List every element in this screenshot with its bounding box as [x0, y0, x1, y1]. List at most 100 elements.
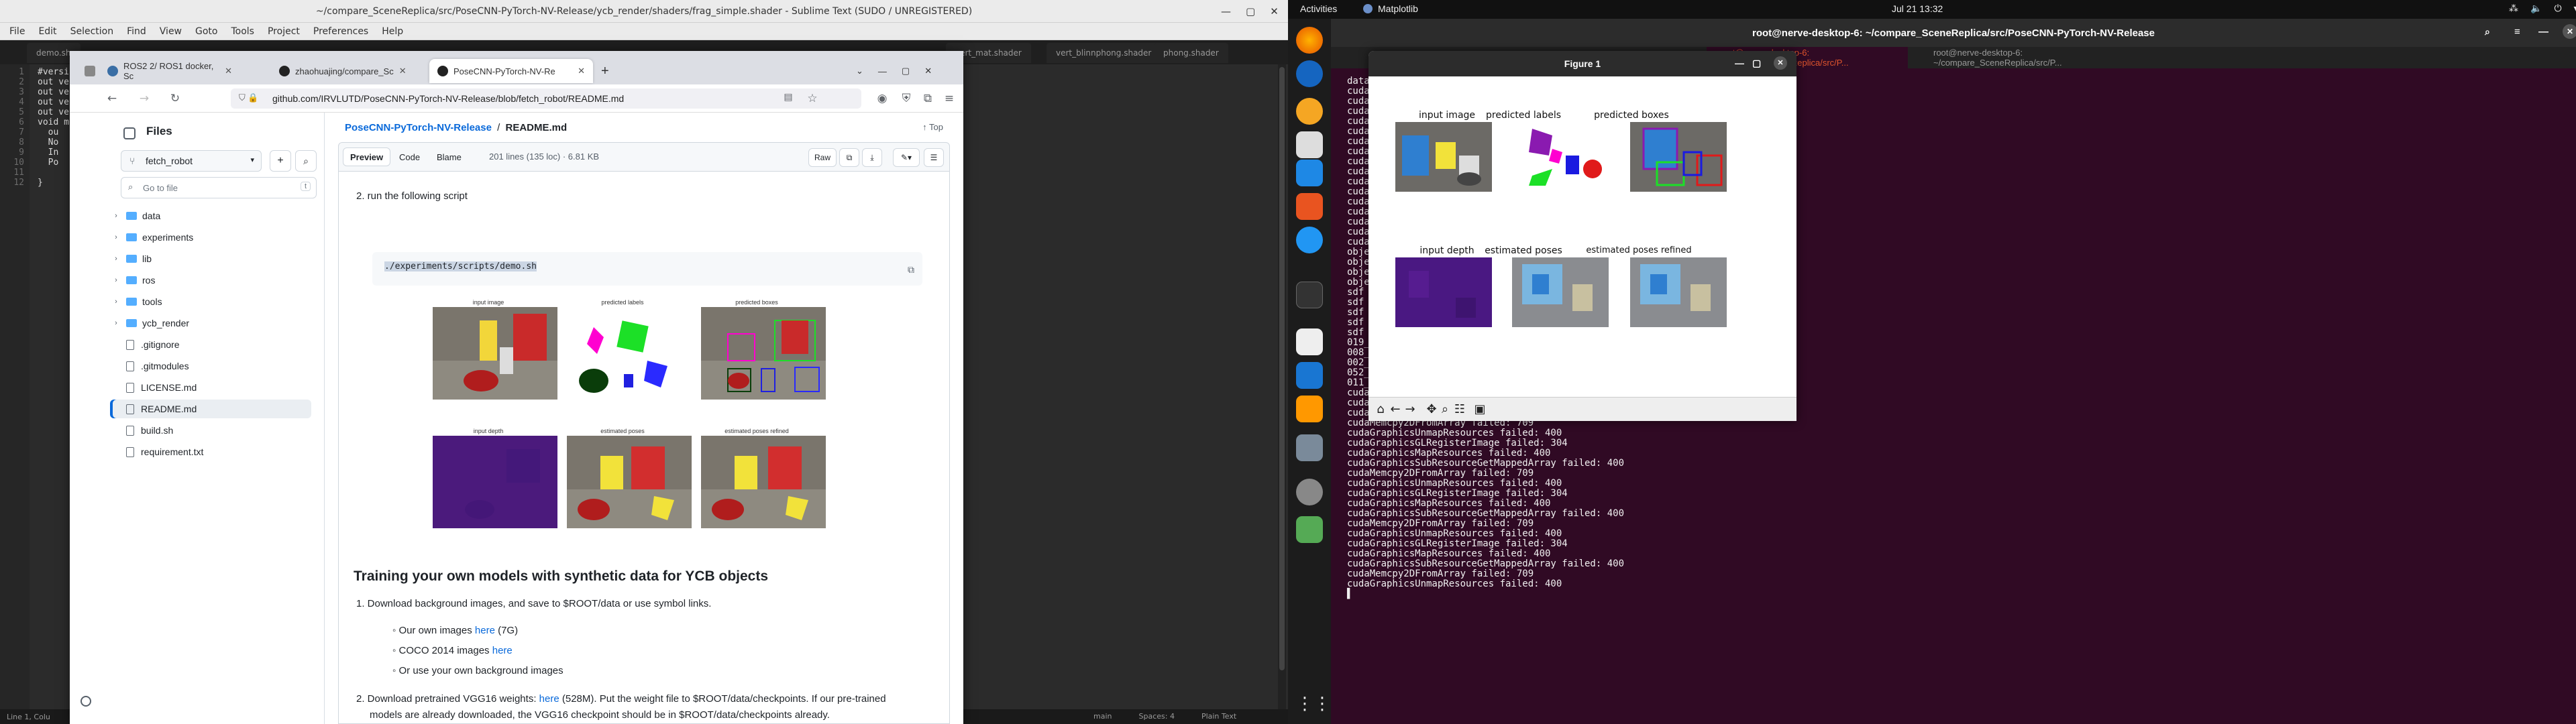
terminal-tab[interactable]: root@nerve-desktop-6: ~/compare_SceneRep…	[1920, 47, 2121, 68]
copy-icon[interactable]: ⧉	[839, 148, 859, 167]
pan-icon[interactable]: ✥	[1425, 403, 1438, 416]
writer-icon[interactable]	[1296, 160, 1323, 186]
tree-item-experiments[interactable]: › experiments	[110, 228, 311, 247]
chevron-right-icon[interactable]: ›	[110, 276, 122, 284]
maximize-icon[interactable]: ▢	[1752, 58, 1761, 69]
browser-tab-active[interactable]: PoseCNN-PyTorch-NV-Re ✕	[429, 59, 593, 83]
tree-item-lib[interactable]: › lib	[110, 249, 311, 268]
link[interactable]: here	[539, 693, 559, 705]
software-icon[interactable]	[1296, 193, 1323, 220]
outline-icon[interactable]: ☰	[924, 148, 944, 167]
maximize-icon[interactable]: ▢	[1246, 5, 1255, 17]
editor-tab[interactable]: vert_blinnphong.shader	[1046, 43, 1161, 63]
tab-code[interactable]: Code	[392, 147, 427, 166]
raw-button[interactable]: Raw	[808, 148, 837, 167]
help-icon[interactable]	[1296, 227, 1323, 253]
bookmark-icon[interactable]: ☆	[805, 92, 820, 105]
sublime-icon[interactable]	[1296, 396, 1323, 422]
tree-item-data[interactable]: › data	[110, 206, 311, 225]
tree-item-requirementtxt[interactable]: requirement.txt	[110, 442, 311, 461]
download-icon[interactable]: ⤓	[862, 148, 882, 167]
files-icon[interactable]	[1296, 131, 1323, 158]
close-tab-icon[interactable]: ✕	[399, 66, 407, 76]
menu-icon[interactable]: ≡	[942, 92, 957, 105]
tree-item-gitignore[interactable]: .gitignore	[110, 335, 311, 354]
new-tab-button[interactable]: +	[593, 59, 613, 83]
syntax[interactable]: Plain Text	[1201, 712, 1236, 721]
save-icon[interactable]: ▣	[1473, 403, 1487, 416]
gear-icon[interactable]	[80, 696, 91, 707]
reader-icon[interactable]: ▤	[781, 92, 796, 103]
chevron-right-icon[interactable]: ›	[110, 298, 122, 306]
editor-tab[interactable]: phong.shader	[1154, 43, 1228, 63]
forward-icon[interactable]: →	[1403, 403, 1417, 416]
close-icon[interactable]: ✕	[2563, 24, 2576, 39]
link[interactable]: here	[475, 625, 495, 636]
activities-button[interactable]: Activities	[1300, 3, 1337, 14]
close-icon[interactable]: ✕	[1270, 5, 1279, 17]
chevron-right-icon[interactable]: ›	[110, 319, 122, 327]
search-icon[interactable]: ⌕	[2485, 26, 2490, 38]
tab-blame[interactable]: Blame	[430, 147, 468, 166]
link[interactable]: here	[492, 645, 513, 656]
editor-icon[interactable]	[1296, 362, 1323, 389]
add-file-button[interactable]: +	[270, 150, 291, 172]
terminal-icon[interactable]	[1296, 282, 1323, 308]
trash-icon[interactable]	[1296, 516, 1323, 543]
tree-item-buildsh[interactable]: build.sh	[110, 421, 311, 440]
menu-view[interactable]: View	[160, 26, 182, 37]
minimize-icon[interactable]: —	[2538, 26, 2548, 38]
disk-icon[interactable]	[1296, 479, 1323, 505]
menu-icon[interactable]: ≡	[2514, 26, 2520, 38]
clock[interactable]: Jul 21 13:32	[1892, 3, 1943, 14]
close-tab-icon[interactable]: ✕	[225, 66, 232, 76]
rhythmbox-icon[interactable]	[1296, 98, 1323, 125]
extensions-icon[interactable]: ⧉	[920, 92, 935, 105]
breadcrumb-repo[interactable]: PoseCNN-PyTorch-NV-Release	[345, 122, 492, 133]
tree-item-ycbrender[interactable]: › ycb_render	[110, 314, 311, 333]
menu-selection[interactable]: Selection	[70, 26, 114, 37]
configure-icon[interactable]: ☷	[1453, 403, 1466, 416]
goto-file-input[interactable]: ⌕ Go to file t	[121, 177, 317, 198]
menu-tools[interactable]: Tools	[231, 26, 254, 37]
tab-preview[interactable]: Preview	[343, 147, 391, 166]
zoom-icon[interactable]: ⌕	[1438, 403, 1452, 416]
reload-icon[interactable]: ↻	[168, 92, 182, 105]
chevron-right-icon[interactable]: ›	[110, 233, 122, 241]
shield-icon[interactable]: ⛨	[899, 92, 914, 105]
maximize-icon[interactable]: ▢	[902, 66, 910, 76]
home-icon[interactable]: ⌂	[1374, 403, 1387, 416]
close-icon[interactable]: ✕	[1774, 56, 1787, 70]
python-figure-icon[interactable]	[1296, 434, 1323, 461]
edit-icon[interactable]: ✎▾	[893, 148, 920, 167]
tree-item-licensemd[interactable]: LICENSE.md	[110, 378, 311, 397]
top-link[interactable]: ↑ Top	[922, 122, 943, 132]
git-branch[interactable]: main	[1093, 712, 1112, 721]
indentation[interactable]: Spaces: 4	[1138, 712, 1174, 721]
chevron-down-icon[interactable]: ⌄	[856, 66, 863, 76]
editor-scrollbar[interactable]	[1278, 64, 1286, 709]
chevron-right-icon[interactable]: ›	[110, 255, 122, 263]
close-tab-icon[interactable]: ✕	[578, 66, 585, 76]
menu-goto[interactable]: Goto	[195, 26, 217, 37]
minimize-icon[interactable]: —	[878, 66, 887, 76]
address-bar[interactable]: ⛉ 🔒 github.com/IRVLUTD/PoseCNN-PyTorch-N…	[231, 88, 861, 109]
browser-tab[interactable]: ROS2 2/ ROS1 docker, Sc ✕	[99, 59, 240, 83]
panel-icon[interactable]	[123, 127, 136, 139]
menu-edit[interactable]: Edit	[38, 26, 56, 37]
branch-selector[interactable]: ⑂ fetch_robot ▾	[121, 150, 262, 172]
minimize-icon[interactable]: —	[1221, 5, 1231, 17]
show-apps-icon[interactable]: ⋮⋮	[1296, 690, 1331, 717]
menu-file[interactable]: File	[9, 26, 25, 37]
firefox-icon[interactable]	[1296, 27, 1323, 54]
menu-help[interactable]: Help	[382, 26, 403, 37]
chevron-right-icon[interactable]: ›	[110, 212, 122, 220]
figure-canvas[interactable]: input image predicted labels predicted b…	[1368, 76, 1796, 397]
text-editor-icon[interactable]	[1296, 328, 1323, 355]
forward-icon[interactable]: →	[137, 92, 152, 105]
app-menu[interactable]: Matplotlib	[1363, 3, 1418, 14]
menu-project[interactable]: Project	[268, 26, 300, 37]
copy-icon[interactable]: ⧉	[908, 261, 914, 278]
search-icon[interactable]: ⌕	[295, 150, 317, 172]
code-area[interactable]: #versi out ve out ve out ve out ve void m ou …	[38, 67, 69, 188]
